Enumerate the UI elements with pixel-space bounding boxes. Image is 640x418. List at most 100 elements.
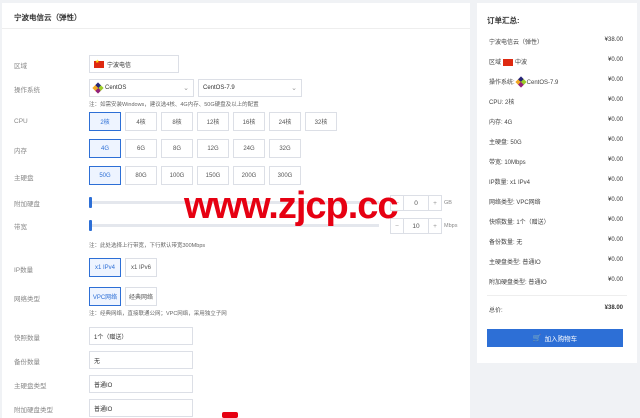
summary-line-text: 附加硬盘类型: 普通IO: [489, 280, 547, 286]
bandwidth-label: 带宽: [14, 224, 27, 231]
summary-line-text: 网络类型: VPC网络: [489, 200, 541, 206]
summary-line-text: 宁波电信云（弹性）: [489, 40, 544, 46]
summary-line-label: 网络类型: VPC网络: [489, 197, 541, 206]
main-disk-type-field[interactable]: 普通IO: [89, 375, 193, 393]
bandwidth-note: 注：此处选择上行带宽，下行默认带宽300Mbps: [89, 243, 206, 249]
snapshot-value: 1个（赠送）: [94, 334, 128, 341]
plus-icon[interactable]: +: [429, 219, 441, 233]
backup-field[interactable]: 无: [89, 351, 193, 369]
snapshot-label: 快照数量: [14, 335, 40, 342]
bandwidth-slider-handle[interactable]: [89, 220, 92, 231]
china-flag-icon: [94, 59, 104, 68]
cpu-option[interactable]: 16核: [233, 112, 265, 131]
memory-label: 内存: [14, 148, 27, 155]
ip-option[interactable]: x1 IPv4: [89, 258, 121, 277]
main-disk-option[interactable]: 50G: [89, 166, 121, 185]
main-disk-option[interactable]: 300G: [269, 166, 301, 185]
backup-label: 备份数量: [14, 359, 40, 366]
main-disk-label: 主硬盘: [14, 175, 34, 182]
network-note: 注：经典网络，直接联通公网；VPC网络，采用独立子网: [89, 311, 227, 317]
network-option[interactable]: VPC网络: [89, 287, 121, 306]
summary-line-label: 区域 中波: [489, 57, 527, 66]
minus-icon[interactable]: −: [391, 196, 403, 210]
bandwidth-value[interactable]: 10: [403, 219, 429, 233]
region-value: 宁波电信: [107, 62, 132, 69]
watermark-fragment: [222, 412, 238, 418]
summary-line-label: 宁波电信云（弹性）: [489, 37, 543, 46]
summary-line-detail: CentOS-7.9: [526, 80, 559, 86]
chevron-down-icon: ⌄: [183, 85, 189, 92]
os-note: 注：如需安装Windows，建议选4核、4G内存、50G硬盘及以上的配置: [89, 102, 259, 108]
os-family-value: CentOS: [105, 85, 127, 91]
plus-icon[interactable]: +: [429, 196, 441, 210]
summary-line-text: 带宽: 10Mbps: [489, 160, 526, 166]
summary-line-text: 主硬盘: 50G: [489, 140, 522, 146]
extra-disk-slider-track[interactable]: [89, 201, 379, 204]
summary-line: 内存: 4G ¥0.00: [489, 117, 623, 126]
cpu-label: CPU: [14, 118, 28, 125]
extra-disk-value[interactable]: 0: [403, 196, 429, 210]
extra-disk-type-value: 普通IO: [94, 406, 113, 413]
memory-option[interactable]: 6G: [125, 139, 157, 158]
cpu-option[interactable]: 8核: [161, 112, 193, 131]
main-disk-option[interactable]: 80G: [125, 166, 157, 185]
summary-line-price: ¥0.00: [607, 97, 623, 103]
cart-icon: 🛒: [532, 335, 542, 342]
extra-disk-type-field[interactable]: 普通IO: [89, 399, 193, 417]
cpu-option[interactable]: 24核: [269, 112, 301, 131]
network-label: 网络类型: [14, 296, 40, 303]
snapshot-field[interactable]: 1个（赠送）: [89, 327, 193, 345]
summary-line-text: 操作系统:: [489, 80, 515, 86]
summary-line: 主硬盘: 50G ¥0.00: [489, 137, 623, 146]
memory-option[interactable]: 4G: [89, 139, 121, 158]
extra-disk-stepper[interactable]: − 0 +: [390, 195, 442, 211]
config-panel: 宁波电信云（弹性） 区域 宁波电信 操作系统 CentOS ⌄ CentOS-7…: [2, 3, 470, 418]
region-select[interactable]: 宁波电信: [89, 55, 179, 73]
main-disk-option[interactable]: 150G: [197, 166, 229, 185]
summary-line-text: 快照数量: 1个（赠送）: [489, 220, 550, 226]
minus-icon[interactable]: −: [391, 219, 403, 233]
china-flag-icon: [503, 58, 514, 66]
page-title: 宁波电信云（弹性）: [2, 3, 470, 29]
summary-line-price: ¥0.00: [607, 157, 623, 163]
summary-line-text: 主硬盘类型: 普通IO: [489, 260, 541, 266]
summary-line-detail: 中波: [515, 60, 528, 66]
add-to-cart-button[interactable]: 🛒 加入购物车: [487, 329, 623, 347]
main-disk-option[interactable]: 200G: [233, 166, 265, 185]
summary-line: 主硬盘类型: 普通IO ¥0.00: [489, 257, 623, 266]
summary-line-text: CPU: 2核: [489, 100, 515, 106]
memory-option[interactable]: 24G: [233, 139, 265, 158]
summary-line-price: ¥0.00: [607, 277, 623, 283]
cpu-option[interactable]: 4核: [125, 112, 157, 131]
total-label: 总价:: [489, 308, 503, 314]
summary-line-label: 快照数量: 1个（赠送）: [489, 217, 550, 226]
summary-line-label: 附加硬盘类型: 普通IO: [489, 277, 547, 286]
network-option[interactable]: 经典网络: [125, 287, 157, 306]
os-version-select[interactable]: CentOS-7.9 ⌄: [198, 79, 302, 97]
extra-disk-type-label: 附加硬盘类型: [14, 407, 53, 414]
total-value: ¥38.00: [604, 305, 623, 311]
cpu-option[interactable]: 12核: [197, 112, 229, 131]
summary-line-price: ¥0.00: [607, 57, 623, 63]
cpu-option[interactable]: 32核: [305, 112, 337, 131]
extra-disk-slider-handle[interactable]: [89, 197, 92, 208]
summary-line-price: ¥0.00: [607, 117, 623, 123]
os-family-select[interactable]: CentOS ⌄: [89, 79, 194, 97]
order-summary: 订单汇总: 宁波电信云（弹性） ¥38.00 区域 中波 ¥0.00 操作系统: CentO…: [477, 3, 637, 363]
memory-option[interactable]: 12G: [197, 139, 229, 158]
summary-line: IP数量: x1 IPv4 ¥0.00: [489, 177, 623, 186]
cpu-option[interactable]: 2核: [89, 112, 121, 131]
summary-line-price: ¥0.00: [607, 77, 623, 83]
summary-line-label: IP数量: x1 IPv4: [489, 177, 530, 186]
summary-line-label: 内存: 4G: [489, 117, 512, 126]
summary-total: 总价: ¥38.00: [489, 305, 623, 314]
region-label: 区域: [14, 63, 27, 70]
memory-option[interactable]: 8G: [161, 139, 193, 158]
main-disk-option[interactable]: 100G: [161, 166, 193, 185]
bandwidth-slider-track[interactable]: [89, 224, 379, 227]
main-disk-type-value: 普通IO: [94, 382, 113, 389]
backup-value: 无: [94, 358, 101, 365]
bandwidth-stepper[interactable]: − 10 +: [390, 218, 442, 234]
ip-option[interactable]: x1 IPv6: [125, 258, 157, 277]
memory-option[interactable]: 32G: [269, 139, 301, 158]
